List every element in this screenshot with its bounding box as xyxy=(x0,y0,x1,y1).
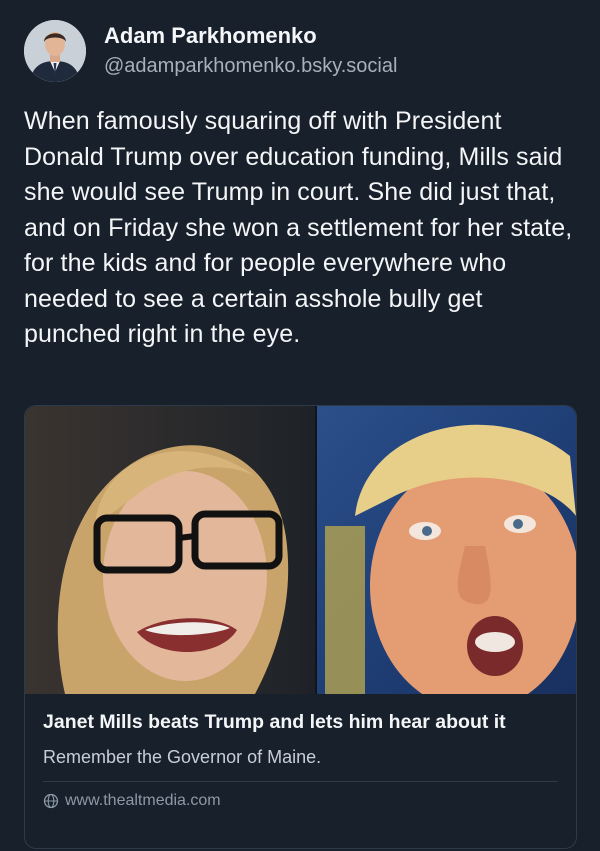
author-display-name[interactable]: Adam Parkhomenko xyxy=(104,23,397,49)
link-card-title[interactable]: Janet Mills beats Trump and lets him hea… xyxy=(43,708,558,737)
link-card[interactable]: Janet Mills beats Trump and lets him hea… xyxy=(24,405,577,849)
globe-icon xyxy=(43,793,59,809)
link-card-divider xyxy=(43,781,558,782)
link-card-image xyxy=(25,406,576,694)
author-avatar[interactable] xyxy=(24,20,86,82)
author-handle[interactable]: @adamparkhomenko.bsky.social xyxy=(104,53,397,79)
link-card-domain[interactable]: www.thealtmedia.com xyxy=(65,792,221,810)
link-card-description: Remember the Governor of Maine. xyxy=(43,747,322,767)
post-header: Adam Parkhomenko @adamparkhomenko.bsky.s… xyxy=(24,20,397,82)
post-text: When famously squaring off with Presiden… xyxy=(24,107,573,348)
